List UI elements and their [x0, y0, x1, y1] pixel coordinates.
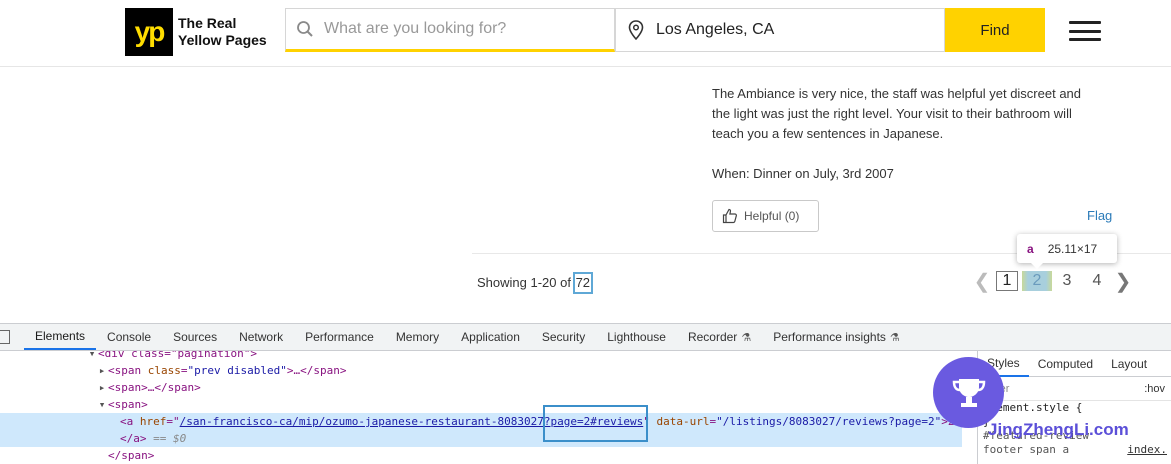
- tab-memory[interactable]: Memory: [385, 324, 450, 350]
- tab-sources[interactable]: Sources: [162, 324, 228, 350]
- logo-line-1: The Real: [178, 15, 237, 31]
- tree-line-span-close[interactable]: </span>: [0, 447, 962, 464]
- tree-attr-value: "prev disabled": [187, 364, 287, 377]
- tab-recorder-label: Recorder: [687, 330, 738, 344]
- tree-tag: <div class="pagination">: [98, 351, 257, 360]
- yp-logo[interactable]: yp: [125, 8, 173, 56]
- tree-line-anchor-selected[interactable]: <a href="/san-francisco-ca/mip/ozumo-jap…: [0, 413, 962, 430]
- tab-layout[interactable]: Layout: [1102, 351, 1156, 377]
- review-date: When: Dinner on July, 3rd 2007: [712, 166, 894, 181]
- helpful-button[interactable]: Helpful (0): [712, 200, 819, 232]
- tree-line-pagination[interactable]: ▾ <div class="pagination">: [0, 351, 962, 362]
- showing-prefix: Showing 1-20 of: [477, 275, 575, 290]
- logo-wordmark[interactable]: The Real Yellow Pages: [178, 15, 267, 49]
- showing-total: 72: [572, 272, 594, 294]
- tab-application[interactable]: Application: [450, 324, 531, 350]
- location-box[interactable]: [615, 8, 945, 52]
- tooltip-size: 25.11×17: [1047, 241, 1098, 256]
- expand-triangle-icon[interactable]: ▾: [86, 351, 98, 362]
- styles-tabbar: Styles Computed Layout: [978, 351, 1171, 377]
- expand-triangle-icon[interactable]: ▾: [96, 396, 108, 413]
- hamburger-icon[interactable]: [1069, 21, 1101, 41]
- stylesheet-link[interactable]: index.: [1127, 443, 1167, 456]
- location-input[interactable]: [656, 21, 936, 39]
- tree-attr-name: href: [139, 415, 167, 428]
- tab-performance-insights[interactable]: Performance insights ⚗: [762, 324, 911, 350]
- tab-elements[interactable]: Elements: [24, 324, 97, 350]
- tooltip-tag: a: [1027, 241, 1034, 256]
- map-pin-icon: [616, 9, 656, 51]
- tree-tag: </a>: [120, 432, 147, 445]
- tree-attr-name: class: [147, 364, 181, 377]
- tab-performance-insights-label: Performance insights: [773, 330, 886, 344]
- tree-line-span[interactable]: ▸ <span>…</span>: [0, 379, 962, 396]
- tree-attr-name: data-url: [656, 415, 710, 428]
- site-header: yp The Real Yellow Pages Find: [0, 0, 1171, 67]
- review-text: The Ambiance is very nice, the staff was…: [712, 86, 1082, 141]
- tab-security[interactable]: Security: [531, 324, 596, 350]
- tree-tag: <span>: [108, 398, 148, 411]
- watermark-text: JingZhengLi.com: [988, 420, 1129, 439]
- trophy-icon: [933, 357, 1004, 428]
- tab-network[interactable]: Network: [228, 324, 294, 350]
- tab-lighthouse[interactable]: Lighthouse: [596, 324, 677, 350]
- tree-line-prev[interactable]: ▸ <span class="prev disabled">…</span>: [0, 362, 962, 379]
- logo-line-2: Yellow Pages: [178, 32, 267, 48]
- tree-tag: <span: [108, 364, 148, 377]
- search-box[interactable]: [285, 8, 615, 52]
- tree-line-span-open[interactable]: ▾ <span>: [0, 396, 962, 413]
- tree-tag: >…</span>: [286, 364, 347, 377]
- tree-line-anchor-close[interactable]: </a> == $0: [0, 430, 962, 447]
- dock-icon[interactable]: [0, 330, 10, 344]
- flask-icon: ⚗: [741, 331, 752, 344]
- tree-tag: <a: [120, 415, 140, 428]
- inspect-tooltip: a 25.11×17: [1017, 234, 1117, 269]
- prev-page-icon[interactable]: ❮: [972, 269, 992, 294]
- search-input[interactable]: [324, 20, 604, 38]
- elements-tree[interactable]: ▾ <div class="pagination"> ▸ <span class="…: [0, 351, 962, 464]
- flask-icon: ⚗: [889, 331, 900, 344]
- thumbs-up-icon: [722, 208, 737, 224]
- page-3[interactable]: 3: [1052, 272, 1082, 290]
- collapse-triangle-icon[interactable]: ▸: [96, 379, 108, 396]
- page-2[interactable]: 2: [1022, 271, 1052, 291]
- tab-recorder[interactable]: Recorder ⚗: [677, 324, 762, 350]
- styles-panel: Styles Computed Layout Filter :hov eleme…: [977, 351, 1171, 464]
- selected-node-marker: == $0: [153, 432, 187, 445]
- hov-toggle[interactable]: :hov: [1144, 383, 1165, 395]
- element-style-rule[interactable]: element.style {: [978, 401, 1171, 415]
- pagination: ❮ 1 2 3 4 ❯: [972, 269, 1134, 294]
- tree-href-link[interactable]: /san-francisco-ca/mip/ozumo-japanese-res…: [180, 415, 644, 428]
- tab-console[interactable]: Console: [96, 324, 162, 350]
- tree-tag: </span>: [108, 449, 155, 462]
- collapse-triangle-icon[interactable]: ▸: [96, 362, 108, 379]
- page-4[interactable]: 4: [1082, 272, 1112, 290]
- flag-link[interactable]: Flag: [1087, 208, 1112, 223]
- next-page-icon[interactable]: ❯: [1112, 269, 1134, 294]
- tab-computed[interactable]: Computed: [1029, 351, 1102, 377]
- showing-count: Showing 1-20 of 72: [477, 272, 594, 294]
- tree-tag: <span>…</span>: [108, 381, 201, 394]
- devtools-tabbar: Elements Console Sources Network Perform…: [0, 323, 1171, 351]
- page-1[interactable]: 1: [996, 271, 1018, 291]
- tree-attr-value: "/listings/8083027/reviews?page=2": [716, 415, 942, 428]
- tab-performance[interactable]: Performance: [294, 324, 385, 350]
- find-button[interactable]: Find: [945, 8, 1045, 52]
- styles-filter[interactable]: Filter :hov: [978, 377, 1171, 401]
- helpful-label: Helpful (0): [744, 209, 800, 223]
- search-icon: [286, 9, 324, 49]
